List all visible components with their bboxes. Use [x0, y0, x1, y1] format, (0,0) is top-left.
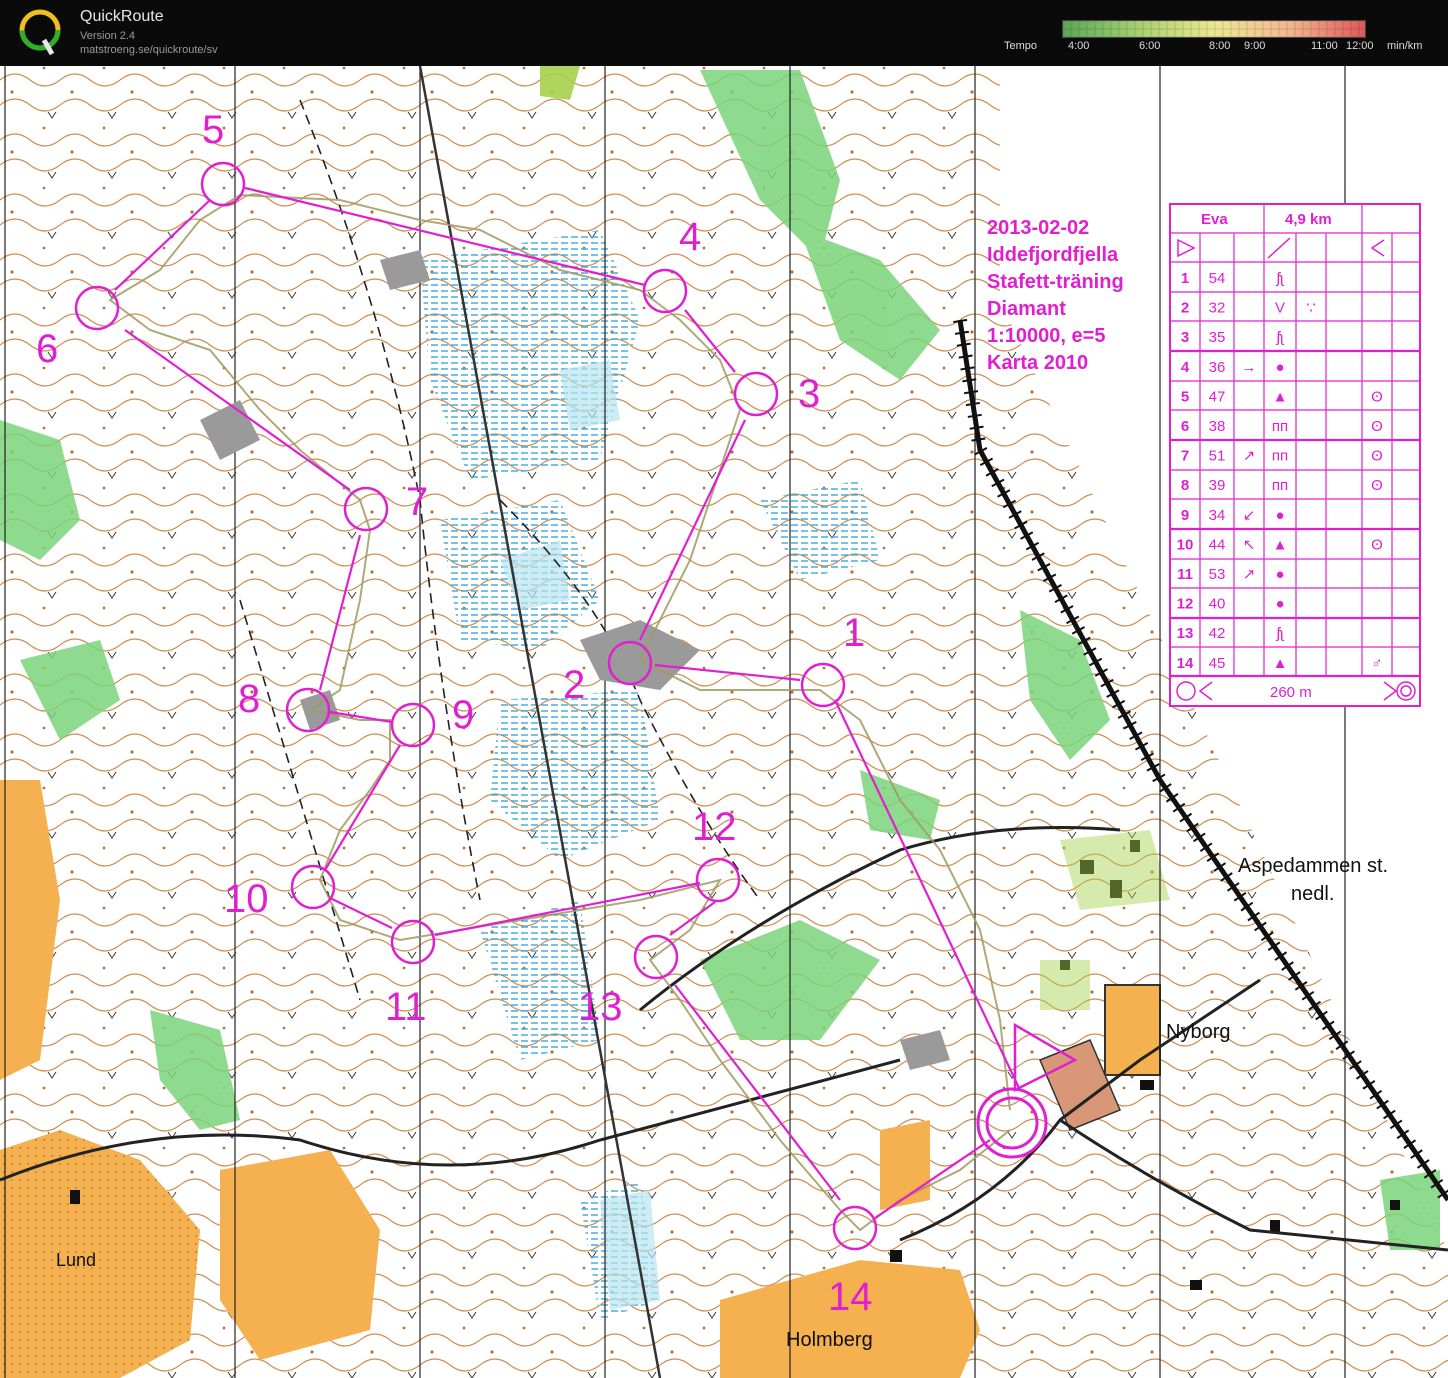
event-map-year: Karta 2010	[987, 352, 1088, 374]
card-cell-n: 3	[1181, 329, 1189, 346]
card-cell-feature: ▲	[1273, 655, 1288, 672]
card-cell-code: 36	[1209, 359, 1226, 376]
card-cell-n: 14	[1177, 655, 1194, 672]
card-cell-code: 51	[1209, 448, 1226, 465]
card-cell-n: 9	[1181, 507, 1189, 524]
finish-distance: 260 m	[1270, 684, 1312, 701]
place-name: Aspedammen st.	[1238, 855, 1388, 877]
card-cell-code: 32	[1209, 300, 1226, 317]
control-number: 11	[385, 985, 427, 1029]
card-cell-feature: ᴨᴨ	[1272, 448, 1288, 465]
quickroute-logo-icon	[19, 9, 61, 56]
event-type: Stafett-träning	[987, 271, 1124, 293]
tempo-label: Tempo	[1004, 40, 1038, 52]
card-cell-feature: ●	[1275, 596, 1284, 613]
control-number: 5	[202, 108, 224, 152]
card-cell-code: 35	[1209, 329, 1226, 346]
tempo-tick: 8:00	[1209, 40, 1231, 52]
card-cell-n: 5	[1181, 388, 1189, 405]
card-cell-code: 44	[1209, 536, 1226, 553]
card-cell-n: 11	[1177, 566, 1193, 583]
control-number: 4	[679, 215, 701, 259]
card-cell-code: 42	[1209, 625, 1226, 642]
card-cell-feature: V	[1275, 300, 1285, 317]
control-number: 12	[692, 805, 737, 849]
course-length: 4,9 km	[1285, 211, 1332, 228]
control-number: 7	[406, 480, 428, 524]
card-cell-feature: ▲	[1273, 388, 1288, 405]
card-cell-feature: ●	[1275, 507, 1284, 524]
card-cell-feature: ●	[1275, 359, 1284, 376]
app-title: QuickRoute	[80, 8, 164, 25]
control-number: 10	[224, 877, 269, 921]
runner-name: Eva	[1201, 211, 1228, 228]
card-cell-dir: ↗	[1243, 448, 1256, 465]
card-cell-n: 1	[1181, 270, 1189, 287]
map-canvas: 1 2 3 4 5 6 7 8 9 10 11 12 13 14 2013-02…	[0, 66, 1448, 1378]
card-cell-where: ʘ	[1371, 418, 1383, 435]
card-cell-dir: ↖	[1243, 536, 1256, 553]
card-cell-dir: ↗	[1243, 566, 1256, 583]
control-number: 14	[828, 1275, 873, 1319]
card-cell-code: 54	[1209, 270, 1226, 287]
card-cell-n: 8	[1181, 477, 1189, 494]
card-cell-n: 10	[1177, 536, 1194, 553]
app-url: matstroeng.se/quickroute/sv	[80, 44, 218, 56]
card-cell-n: 2	[1181, 300, 1189, 317]
card-cell-code: 53	[1209, 566, 1226, 583]
card-cell-code: 45	[1209, 655, 1226, 672]
card-cell-extra: ∵	[1306, 300, 1316, 317]
card-cell-where: ♂	[1371, 655, 1382, 672]
card-cell-where: ʘ	[1371, 536, 1383, 553]
control-number: 1	[843, 611, 865, 655]
tempo-unit: min/km	[1387, 40, 1423, 52]
place-name: Nyborg	[1166, 1021, 1230, 1043]
card-cell-n: 13	[1177, 625, 1194, 642]
app-header: QuickRoute Version 2.4 matstroeng.se/qui…	[0, 0, 1448, 66]
control-number: 9	[452, 693, 474, 737]
tempo-tick: 4:00	[1068, 40, 1090, 52]
card-cell-n: 4	[1181, 359, 1190, 376]
control-number: 13	[578, 985, 623, 1029]
tempo-tick: 9:00	[1244, 40, 1266, 52]
card-cell-code: 39	[1209, 477, 1226, 494]
event-area: Iddefjordfjella	[987, 244, 1119, 266]
card-cell-dir: ↙	[1243, 507, 1256, 524]
place-name: nedl.	[1291, 883, 1334, 905]
card-cell-where: ʘ	[1371, 477, 1383, 494]
card-cell-code: 38	[1209, 418, 1226, 435]
orienteering-map[interactable]: 1 2 3 4 5 6 7 8 9 10 11 12 13 14 2013-02…	[0, 66, 1448, 1378]
control-number: 6	[36, 327, 58, 371]
card-cell-feature: ᴨᴨ	[1272, 477, 1288, 494]
tempo-tick: 6:00	[1139, 40, 1161, 52]
card-cell-where: ʘ	[1371, 388, 1383, 405]
card-cell-feature: ●	[1275, 566, 1284, 583]
control-description-card: Eva 4,9 km 1 54 ʃʅ2 32 V ∵3 35 ʃʅ4 36 → ●5 47 ▲ ʘ6 38 ᴨ…	[1169, 203, 1421, 707]
place-name: Holmberg	[786, 1329, 873, 1351]
card-cell-feature: ᴨᴨ	[1272, 418, 1288, 435]
card-cell-code: 40	[1209, 596, 1226, 613]
tempo-color-scale	[1062, 20, 1366, 38]
card-cell-n: 7	[1181, 448, 1189, 465]
card-cell-dir: →	[1242, 359, 1257, 376]
tempo-tick: 11:00	[1311, 40, 1338, 52]
card-cell-n: 12	[1177, 596, 1194, 613]
control-number: 3	[798, 372, 820, 416]
event-course: Diamant	[987, 298, 1066, 320]
event-scale: 1:10000, e=5	[987, 325, 1105, 347]
tempo-tick: 12:00	[1346, 40, 1374, 52]
app-version: Version 2.4	[80, 30, 136, 42]
control-number: 8	[238, 677, 260, 721]
event-date: 2013-02-02	[987, 217, 1089, 239]
control-number: 2	[563, 663, 585, 707]
card-cell-n: 6	[1181, 418, 1189, 435]
card-cell-feature: ▲	[1273, 536, 1288, 553]
card-cell-code: 47	[1209, 388, 1226, 405]
card-cell-code: 34	[1209, 507, 1226, 524]
place-name: Lund	[56, 1250, 96, 1270]
card-cell-where: ʘ	[1371, 448, 1383, 465]
